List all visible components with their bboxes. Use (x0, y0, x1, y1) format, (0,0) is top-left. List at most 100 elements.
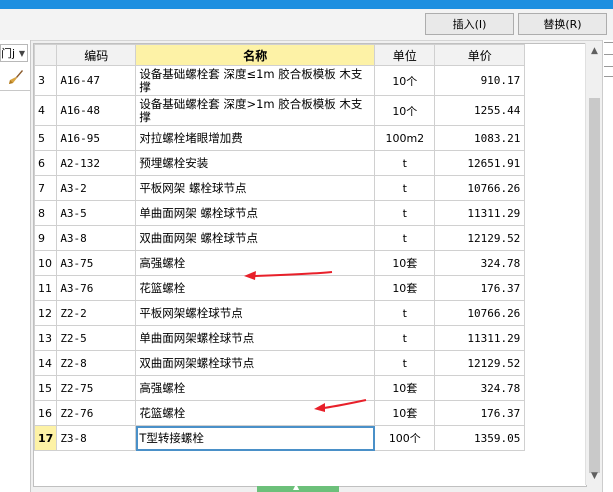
unit-cell: t (374, 350, 436, 376)
header-price[interactable]: 单价 (434, 44, 526, 66)
price-cell: 910.17 (434, 65, 526, 96)
row-number: 6 (34, 150, 58, 176)
unit-cell: t (374, 325, 436, 351)
scrollbar-thumb[interactable] (589, 98, 600, 473)
replace-button[interactable]: 替换(R) (518, 13, 607, 35)
header-name[interactable]: 名称 (135, 44, 376, 66)
row-number: 14 (34, 350, 58, 376)
code-cell: Z2-5 (56, 325, 137, 351)
code-cell: Z2-76 (56, 400, 137, 426)
panel-expand-tab[interactable]: ▲ (257, 482, 339, 492)
code-cell: Z2-75 (56, 375, 137, 401)
name-cell: 双曲面网架 螺栓球节点 (135, 225, 376, 251)
price-cell: 324.78 (434, 250, 526, 276)
table-row[interactable]: 13 Z2-5 单曲面网架螺栓球节点 t 11311.29 (34, 325, 526, 351)
annotation-arrow (244, 271, 333, 280)
unit-cell: 10个 (374, 65, 436, 96)
name-cell: 设备基础螺栓套 深度≤1m 胶合板模板 木支撑 (135, 65, 376, 96)
table-row[interactable]: 16 Z2-76 花篮螺栓 10套 176.37 (34, 400, 526, 426)
table-row[interactable]: 14 Z2-8 双曲面网架螺栓球节点 t 12129.52 (34, 350, 526, 376)
name-cell: 平板网架螺栓球节点 (135, 300, 376, 326)
table-row[interactable]: 8 A3-5 单曲面网架 螺栓球节点 t 11311.29 (34, 200, 526, 226)
code-cell: A3-2 (56, 175, 137, 201)
table-row[interactable]: 3 A16-47 设备基础螺栓套 深度≤1m 胶合板模板 木支撑 10个 910.17 (34, 65, 526, 96)
price-cell: 10766.26 (434, 175, 526, 201)
table-row[interactable]: 4 A16-48 设备基础螺栓套 深度>1m 胶合板模板 木支撑 10个 1255.44 (34, 95, 526, 126)
unit-cell: t (374, 150, 436, 176)
code-cell: Z2-2 (56, 300, 137, 326)
row-number: 3 (34, 65, 58, 96)
name-cell: 设备基础螺栓套 深度>1m 胶合板模板 木支撑 (135, 95, 376, 126)
quota-grid: 编码 名称 单位 单价 3 A16-47 设备基础螺栓套 深度≤1m 胶合板模板 木… (33, 43, 587, 487)
unit-cell: t (374, 175, 436, 201)
name-cell: 双曲面网架螺栓球节点 (135, 350, 376, 376)
table-row[interactable]: 9 A3-8 双曲面网架 螺栓球节点 t 12129.52 (34, 225, 526, 251)
price-cell: 12129.52 (434, 350, 526, 376)
price-cell: 11311.29 (434, 200, 526, 226)
row-number: 5 (34, 125, 58, 151)
code-cell: Z2-8 (56, 350, 137, 376)
name-cell: 对拉螺栓堵眼增加费 (135, 125, 376, 151)
price-cell: 1255.44 (434, 95, 526, 126)
table-header-row: 编码 名称 单位 单价 (34, 44, 526, 66)
chevron-up-icon[interactable]: ▲ (586, 43, 603, 60)
unit-cell: t (374, 225, 436, 251)
toolbar: 插入(I) 替换(R) (0, 9, 613, 41)
unit-cell: 10套 (374, 375, 436, 401)
price-cell: 1359.05 (434, 425, 526, 451)
chevron-down-icon[interactable]: ▼ (586, 468, 603, 485)
unit-cell: 10个 (374, 95, 436, 126)
table-row[interactable]: 17 Z3-8 T型转接螺栓 100个 1359.05 (34, 425, 526, 451)
price-cell: 1083.21 (434, 125, 526, 151)
unit-cell: 10套 (374, 400, 436, 426)
row-number: 13 (34, 325, 58, 351)
right-side-panel (602, 40, 613, 492)
unit-cell: 10套 (374, 250, 436, 276)
left-panel: 门j ▼ (0, 40, 31, 492)
row-number: 15 (34, 375, 58, 401)
table-row[interactable]: 5 A16-95 对拉螺栓堵眼增加费 100m2 1083.21 (34, 125, 526, 151)
price-cell: 12651.91 (434, 150, 526, 176)
brush-icon[interactable] (8, 69, 24, 85)
unit-cell: 100m2 (374, 125, 436, 151)
name-cell: 单曲面网架螺栓球节点 (135, 325, 376, 351)
category-combo[interactable]: 门j ▼ (0, 44, 28, 62)
code-cell: A16-47 (56, 65, 137, 96)
header-unit[interactable]: 单位 (374, 44, 436, 66)
price-cell: 324.78 (434, 375, 526, 401)
code-cell: A3-5 (56, 200, 137, 226)
row-number: 4 (34, 95, 58, 126)
chevron-up-icon: ▲ (293, 482, 300, 491)
code-cell: A3-76 (56, 275, 137, 301)
unit-cell: 100个 (374, 425, 436, 451)
table-row[interactable]: 7 A3-2 平板网架 螺栓球节点 t 10766.26 (34, 175, 526, 201)
dropdown-arrow-icon: ▼ (18, 49, 25, 58)
vertical-scrollbar[interactable]: ▲ ▼ (585, 43, 603, 485)
code-cell: A3-75 (56, 250, 137, 276)
window-title-bar (0, 0, 613, 9)
category-combo-text: 门j (1, 47, 16, 60)
price-cell: 10766.26 (434, 300, 526, 326)
price-cell: 12129.52 (434, 225, 526, 251)
price-cell: 176.37 (434, 400, 526, 426)
code-cell: A16-95 (56, 125, 137, 151)
header-code[interactable]: 编码 (56, 44, 137, 66)
table-row[interactable]: 6 A2-132 预埋螺栓安装 t 12651.91 (34, 150, 526, 176)
table-row[interactable]: 15 Z2-75 高强螺栓 10套 324.78 (34, 375, 526, 401)
code-cell: A16-48 (56, 95, 137, 126)
row-number: 11 (34, 275, 58, 301)
panel-divider (0, 90, 30, 91)
unit-cell: t (374, 300, 436, 326)
row-number: 8 (34, 200, 58, 226)
code-cell: A3-8 (56, 225, 137, 251)
table-row[interactable]: 12 Z2-2 平板网架螺栓球节点 t 10766.26 (34, 300, 526, 326)
name-cell: 平板网架 螺栓球节点 (135, 175, 376, 201)
row-number: 17 (34, 425, 58, 451)
header-row-number (34, 44, 58, 66)
price-cell: 176.37 (434, 275, 526, 301)
name-cell: T型转接螺栓 (135, 425, 376, 451)
price-cell: 11311.29 (434, 325, 526, 351)
name-cell: 单曲面网架 螺栓球节点 (135, 200, 376, 226)
insert-button[interactable]: 插入(I) (425, 13, 514, 35)
row-number: 12 (34, 300, 58, 326)
